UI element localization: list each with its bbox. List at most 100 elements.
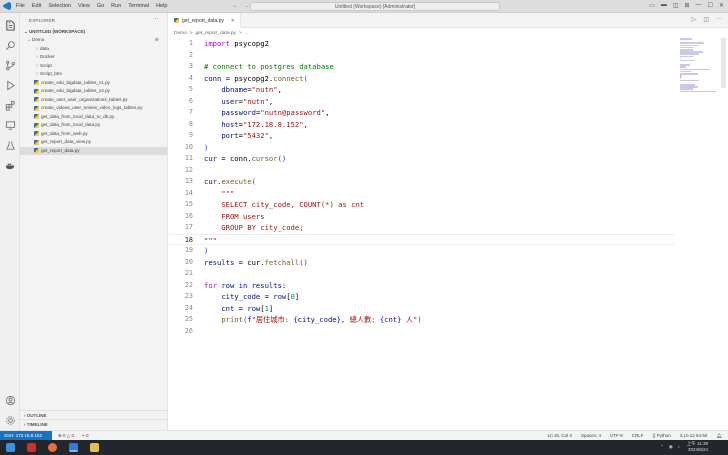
- code-line[interactable]: 7 password="nutn@password",: [169, 107, 675, 119]
- code-line[interactable]: 25 print(f"居住城市: {city_code}, 總人數: {cnt}…: [169, 314, 675, 326]
- acrobat-icon[interactable]: [27, 443, 36, 452]
- file-explorer-icon[interactable]: [90, 443, 99, 452]
- ports-indicator[interactable]: ⑂ 0: [82, 433, 88, 439]
- code-line[interactable]: 1 import psycopg2: [169, 38, 675, 50]
- menu-item-file[interactable]: File: [16, 0, 25, 13]
- remote-explorer-icon[interactable]: [0, 115, 20, 135]
- menu-item-help[interactable]: Help: [156, 0, 167, 13]
- code-line[interactable]: 5 dbname="nutn",: [169, 84, 675, 96]
- customize-layout-icon[interactable]: ⊞: [685, 2, 690, 9]
- cursor-position[interactable]: Ln 18, Col 4: [548, 433, 572, 439]
- back-icon[interactable]: ←: [232, 3, 238, 9]
- breadcrumb-item[interactable]: get_report_data.py: [196, 31, 236, 36]
- code-line[interactable]: 13 cur.execute(: [169, 176, 675, 188]
- code-line[interactable]: 24 cnt = row[1]: [169, 303, 675, 315]
- tree-file[interactable]: create_edu_bigdata_tables_v2.py: [20, 87, 167, 96]
- code-line[interactable]: 10): [169, 142, 675, 154]
- vertical-scrollbar[interactable]: [721, 38, 726, 88]
- panel-icon[interactable]: ▬: [661, 2, 667, 9]
- workspace-section[interactable]: ⌄ UNTITLED (WORKSPACE): [20, 27, 167, 36]
- tree-file[interactable]: create_user_user_organizations_tables.py: [20, 96, 167, 105]
- run-debug-icon[interactable]: [0, 75, 20, 95]
- code-line[interactable]: 8 host="172.18.8.152",: [169, 119, 675, 131]
- clock[interactable]: 上午 11:39 2024/8/24: [687, 441, 708, 453]
- minimize-icon[interactable]: —: [696, 2, 702, 9]
- code-line[interactable]: 3 # connect to postgres database: [169, 61, 675, 73]
- chrome-icon[interactable]: [48, 443, 57, 452]
- indentation[interactable]: Spaces: 4: [581, 433, 601, 439]
- more-actions-icon[interactable]: ···: [152, 16, 159, 22]
- tree-file[interactable]: get_data_from_local_data.py: [20, 121, 167, 130]
- code-line[interactable]: 11 cur = conn.cursor(): [169, 153, 675, 165]
- code-line[interactable]: 2: [169, 50, 675, 62]
- tree-file[interactable]: get_report_data.py: [20, 146, 167, 155]
- code-line[interactable]: 6 user="nutn",: [169, 96, 675, 108]
- testing-icon[interactable]: [0, 135, 20, 155]
- menu-item-view[interactable]: View: [78, 0, 90, 13]
- split-editor-icon[interactable]: ◫: [703, 16, 709, 23]
- outline-section[interactable]: › OUTLINE: [20, 410, 168, 419]
- tree-folder[interactable]: › Script_btm: [20, 70, 167, 79]
- notifications-icon[interactable]: 🔔︎: [716, 433, 722, 439]
- menu-item-terminal[interactable]: Terminal: [128, 0, 149, 13]
- start-icon[interactable]: [6, 443, 15, 452]
- vscode-taskbar-icon[interactable]: [69, 443, 78, 452]
- maximize-icon[interactable]: ☐: [708, 2, 713, 9]
- network-icon[interactable]: ◉: [669, 444, 673, 450]
- tree-root-folder[interactable]: ⌄ Demo ⊕: [20, 36, 167, 45]
- code-line[interactable]: 14 """: [169, 188, 675, 200]
- source-control-icon[interactable]: [0, 55, 20, 75]
- language-mode[interactable]: {} Python: [652, 433, 670, 439]
- breadcrumb-item[interactable]: ...: [245, 31, 249, 36]
- run-python-icon[interactable]: ▷: [692, 16, 697, 23]
- chevron-up-icon[interactable]: ⌃: [660, 444, 664, 450]
- problems-indicator[interactable]: ⊗ 0 △ 0: [58, 433, 74, 439]
- split-icon[interactable]: ◫: [673, 2, 679, 9]
- account-icon[interactable]: [0, 390, 20, 410]
- code-line[interactable]: 12: [169, 165, 675, 177]
- tree-file[interactable]: get_report_data_view.py: [20, 138, 167, 147]
- tree-folder[interactable]: › Script: [20, 62, 167, 71]
- code-line[interactable]: 16 FROM users: [169, 211, 675, 223]
- tree-folder[interactable]: › Docker: [20, 53, 167, 62]
- code-line[interactable]: 21: [169, 268, 675, 280]
- code-line[interactable]: 18 """: [169, 233, 675, 245]
- manage-gear-icon[interactable]: [0, 410, 20, 430]
- code-line[interactable]: 20 results = cur.fetchall(): [169, 257, 675, 269]
- close-tab-icon[interactable]: ✕: [231, 18, 235, 24]
- code-line[interactable]: 15 SELECT city_code, COUNT(*) as cnt: [169, 199, 675, 211]
- new-file-icon[interactable]: ⊕: [155, 37, 159, 43]
- search-icon[interactable]: [0, 35, 20, 55]
- code-line[interactable]: 4 conn = psycopg2.connect(: [169, 73, 675, 85]
- breadcrumb-item[interactable]: Demo: [174, 31, 187, 36]
- python-interpreter[interactable]: 3.10.12 64-bit: [680, 433, 708, 439]
- volume-icon[interactable]: ♪: [678, 444, 680, 450]
- code-line[interactable]: 22 for row in results:: [169, 280, 675, 292]
- explorer-icon[interactable]: [0, 15, 20, 35]
- tree-folder[interactable]: › data: [20, 45, 167, 54]
- tree-file[interactable]: create_videos_user_review_video_logs_tab…: [20, 104, 167, 113]
- remote-indicator[interactable]: SSH: 172.18.8.152: [0, 431, 52, 440]
- code-line[interactable]: 26: [169, 326, 675, 338]
- code-line[interactable]: 19): [169, 245, 675, 257]
- menu-item-run[interactable]: Run: [111, 0, 121, 13]
- tab-get-report-data[interactable]: get_report_data.py ✕: [169, 13, 241, 28]
- encoding[interactable]: UTF-8: [610, 433, 623, 439]
- command-center[interactable]: Untitled (Workspace) [Administrator]: [250, 2, 500, 11]
- tree-file[interactable]: create_edu_bigdata_tables_v1.py: [20, 79, 167, 88]
- menu-item-go[interactable]: Go: [97, 0, 104, 13]
- tree-file[interactable]: get_data_from_local_data_to_db.py: [20, 113, 167, 122]
- code-line[interactable]: 17 GROUP BY city_code;: [169, 222, 675, 234]
- extensions-icon[interactable]: [0, 95, 20, 115]
- layout-icon[interactable]: ▭: [649, 2, 655, 9]
- timeline-section[interactable]: › TIMELINE: [20, 419, 168, 428]
- line-ending[interactable]: CRLF: [632, 433, 644, 439]
- tree-file[interactable]: get_data_from_web.py: [20, 130, 167, 139]
- code-editor[interactable]: 1 import psycopg2 2 3 # connect to postgres …: [169, 38, 675, 430]
- menu-item-edit[interactable]: Edit: [32, 0, 41, 13]
- close-icon[interactable]: ✕: [719, 2, 724, 9]
- minimap[interactable]: [680, 38, 720, 93]
- more-actions-icon[interactable]: ···: [716, 16, 722, 23]
- menu-item-selection[interactable]: Selection: [48, 0, 71, 13]
- docker-icon[interactable]: [0, 155, 20, 175]
